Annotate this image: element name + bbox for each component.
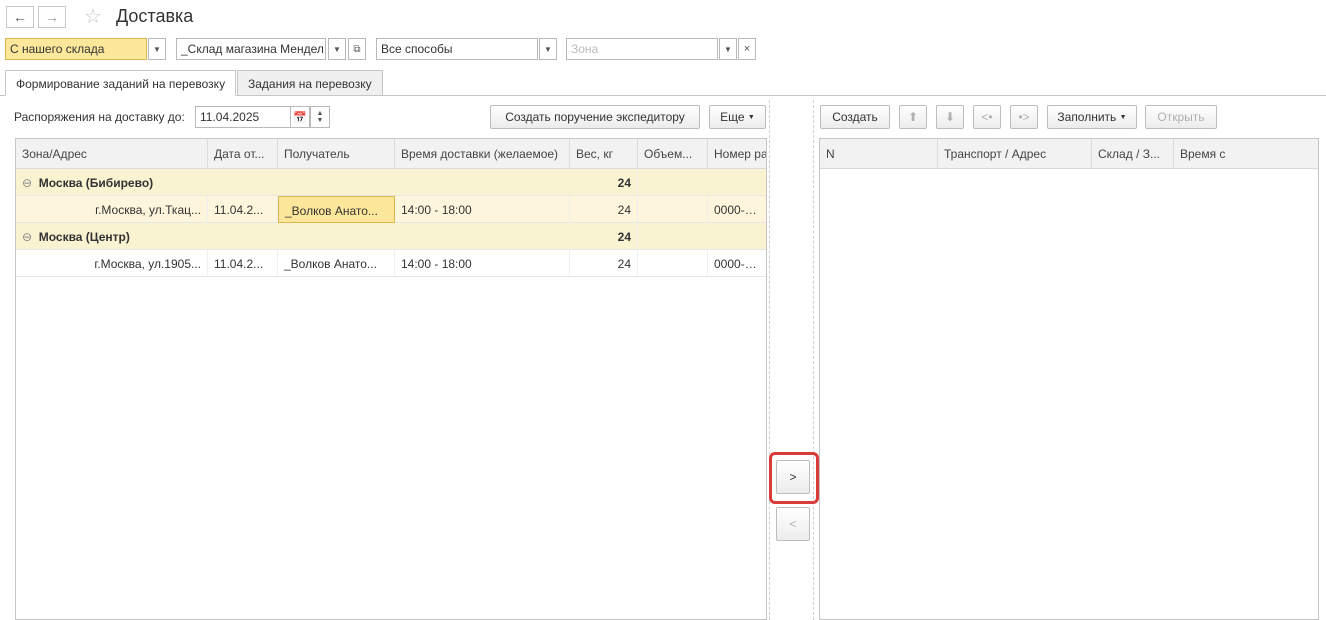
chevron-down-icon: ▼ <box>1119 113 1127 121</box>
col-n[interactable]: N <box>820 139 938 169</box>
chevron-down-icon: ▼ <box>333 44 341 54</box>
group-row[interactable]: ⊖ Москва (Центр) 24 <box>16 223 766 250</box>
volume-cell <box>638 250 708 277</box>
number-cell: 0000-000 <box>714 203 765 217</box>
arrow-left-icon: ← <box>13 9 27 25</box>
tab-transport-tasks[interactable]: Задания на перевозку <box>237 70 383 96</box>
source-select[interactable]: С нашего склада <box>5 38 147 60</box>
create-forwarder-order-label: Создать поручение экспедитору <box>505 110 685 124</box>
create-button[interactable]: Создать <box>820 105 890 129</box>
arrow-down-icon: ⬇ <box>944 110 956 124</box>
col-transport-address[interactable]: Транспорт / Адрес <box>938 139 1092 169</box>
warehouse-dropdown-button[interactable]: ▼ <box>328 38 346 60</box>
weight-cell: 24 <box>570 250 638 277</box>
warehouse-open-button[interactable]: ⧉ <box>348 38 366 60</box>
chevron-down-icon: ▼ <box>747 113 755 121</box>
col-zone-address[interactable]: Зона/Адрес <box>16 139 208 169</box>
fill-label: Заполнить <box>1057 110 1117 124</box>
address-cell: г.Москва, ул.Ткац... <box>16 196 208 223</box>
open-label: Открыть <box>1157 110 1205 124</box>
number-cell: 0000-000 <box>714 257 765 271</box>
recipient-cell[interactable]: _Волков Анато... <box>278 196 395 223</box>
group-weight: 24 <box>570 223 638 250</box>
move-right-label: > <box>789 470 797 484</box>
col-volume[interactable]: Объем... <box>638 139 708 169</box>
move-left-label: < <box>789 517 797 531</box>
merge-icon: •> <box>1018 110 1030 124</box>
split-icon-button[interactable]: <• <box>973 105 1001 129</box>
collapse-icon[interactable]: ⊖ <box>22 230 32 244</box>
address-cell: г.Москва, ул.1905... <box>16 250 208 277</box>
page-title: Доставка <box>116 6 194 26</box>
weight-cell: 24 <box>570 196 638 223</box>
move-down-button[interactable]: ⬇ <box>936 105 964 129</box>
col-time-from[interactable]: Время с <box>1174 139 1318 169</box>
more-label: Еще <box>720 110 745 124</box>
group-name: Москва (Бибирево) <box>38 176 154 190</box>
group-weight: 24 <box>570 169 638 196</box>
delivery-orders-table[interactable]: Зона/Адрес Дата от... Получатель Время д… <box>15 138 767 620</box>
zone-dropdown-button[interactable]: ▼ <box>719 38 737 60</box>
volume-cell <box>638 196 708 223</box>
time-cell: 14:00 - 18:00 <box>395 196 570 223</box>
move-right-button[interactable]: > <box>776 460 810 494</box>
group-name: Москва (Центр) <box>38 230 130 244</box>
left-splitter[interactable] <box>769 100 770 620</box>
right-splitter[interactable] <box>813 100 814 620</box>
collapse-icon[interactable]: ⊖ <box>22 176 32 190</box>
date-spin-button[interactable]: ▲ ▼ <box>310 106 330 128</box>
chevron-down-icon: ▼ <box>153 44 161 54</box>
tab-forming-tasks[interactable]: Формирование заданий на перевозку <box>5 70 237 96</box>
transport-tasks-table[interactable]: N Транспорт / Адрес Склад / З... Время с <box>819 138 1319 620</box>
date-label: Распоряжения на доставку до: <box>14 110 185 124</box>
group-row[interactable]: ⊖ Москва (Бибирево) 24 <box>16 169 766 196</box>
more-button[interactable]: Еще ▼ <box>709 105 766 129</box>
favorite-star-icon[interactable]: ☆ <box>84 4 102 29</box>
move-up-button[interactable]: ⬆ <box>899 105 927 129</box>
source-dropdown-button[interactable]: ▼ <box>148 38 166 60</box>
forward-button[interactable]: → <box>38 6 66 28</box>
chevron-down-icon: ▼ <box>724 44 732 54</box>
col-recipient[interactable]: Получатель <box>278 139 395 169</box>
close-icon: × <box>743 43 751 55</box>
col-warehouse-zone[interactable]: Склад / З... <box>1092 139 1174 169</box>
recipient-cell: _Волков Анато... <box>278 250 395 277</box>
date-input[interactable]: 11.04.2025 <box>195 106 291 128</box>
move-left-button[interactable]: < <box>776 507 810 541</box>
calendar-icon: 📅 <box>293 111 307 124</box>
table-row[interactable]: г.Москва, ул.1905... 11.04.2... _Волков … <box>16 250 766 277</box>
arrow-up-icon: ⬆ <box>907 110 919 124</box>
time-cell: 14:00 - 18:00 <box>395 250 570 277</box>
create-label: Создать <box>832 110 878 124</box>
col-weight[interactable]: Вес, кг <box>570 139 638 169</box>
open-button[interactable]: Открыть <box>1145 105 1217 129</box>
create-forwarder-order-button[interactable]: Создать поручение экспедитору <box>490 105 700 129</box>
warehouse-select[interactable]: _Склад магазина Мендел <box>176 38 326 60</box>
zone-input[interactable]: Зона <box>566 38 718 60</box>
table-row[interactable]: г.Москва, ул.Ткац... 11.04.2... _Волков … <box>16 196 766 223</box>
merge-icon-button[interactable]: •> <box>1010 105 1038 129</box>
col-delivery-time[interactable]: Время доставки (желаемое) <box>395 139 570 169</box>
spin-icon: ▲ ▼ <box>316 110 324 124</box>
col-number[interactable]: Номер ра <box>708 139 766 169</box>
zone-clear-button[interactable]: × <box>738 38 756 60</box>
date-cell: 11.04.2... <box>208 250 278 277</box>
method-select[interactable]: Все способы <box>376 38 538 60</box>
col-date[interactable]: Дата от... <box>208 139 278 169</box>
method-dropdown-button[interactable]: ▼ <box>539 38 557 60</box>
split-icon: <• <box>981 110 993 124</box>
chevron-down-icon: ▼ <box>544 44 552 54</box>
back-button[interactable]: ← <box>6 6 34 28</box>
date-cell: 11.04.2... <box>208 196 278 223</box>
fill-button[interactable]: Заполнить ▼ <box>1047 105 1137 129</box>
calendar-button[interactable]: 📅 <box>290 106 310 128</box>
open-window-icon: ⧉ <box>353 43 361 55</box>
arrow-right-icon: → <box>45 9 59 25</box>
